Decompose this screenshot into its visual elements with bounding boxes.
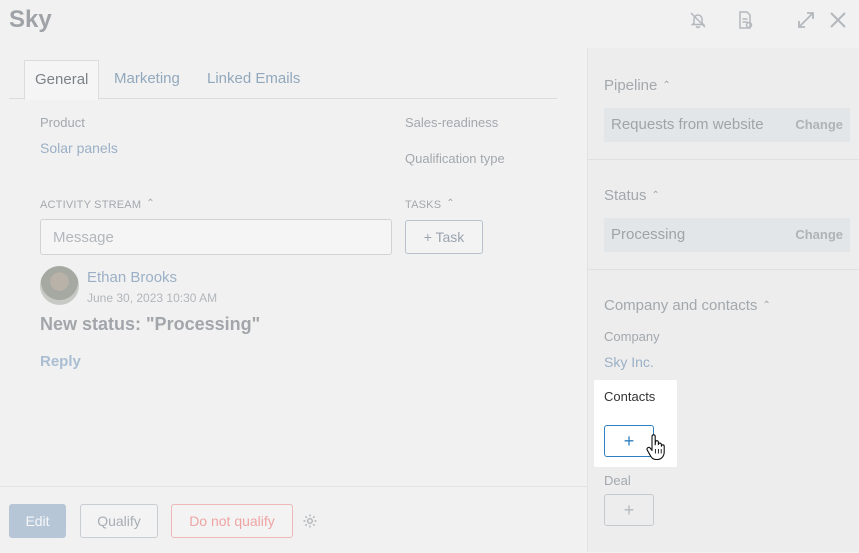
- status-header[interactable]: Status ⌃: [604, 187, 660, 204]
- footer-bar: Edit Qualify Do not qualify: [0, 486, 587, 553]
- company-label: Company: [604, 329, 660, 344]
- close-icon[interactable]: [828, 10, 848, 30]
- message-field-wrapper: [40, 219, 392, 255]
- status-title: Status: [604, 187, 647, 204]
- activity-author[interactable]: Ethan Brooks: [87, 269, 177, 286]
- do-not-qualify-button[interactable]: Do not qualify: [171, 504, 293, 538]
- expand-icon[interactable]: [796, 10, 816, 30]
- edit-button[interactable]: Edit: [9, 504, 66, 538]
- company-value[interactable]: Sky Inc.: [604, 354, 654, 370]
- chevron-up-icon: ⌃: [762, 300, 771, 311]
- status-box: Processing Change: [604, 218, 850, 252]
- tab-bar: General Marketing Linked Emails: [9, 60, 557, 100]
- tab-marketing[interactable]: Marketing: [104, 60, 190, 98]
- qualification-type-label: Qualification type: [405, 151, 505, 166]
- sales-readiness-label: Sales-readiness: [405, 115, 499, 130]
- company-contacts-header[interactable]: Company and contacts ⌃: [604, 297, 771, 314]
- activity-date: June 30, 2023 10:30 AM: [87, 291, 218, 305]
- product-value[interactable]: Solar panels: [40, 140, 118, 156]
- add-task-button[interactable]: + Task: [405, 220, 483, 254]
- pipeline-change-link[interactable]: Change: [795, 108, 843, 142]
- pipeline-box: Requests from website Change: [604, 108, 850, 142]
- gear-icon[interactable]: [302, 513, 318, 529]
- pipeline-header[interactable]: Pipeline ⌃: [604, 77, 671, 94]
- chevron-up-icon: ⌃: [662, 80, 671, 91]
- deal-label: Deal: [604, 473, 631, 488]
- activity-text: New status: "Processing": [40, 314, 261, 334]
- hand-cursor-icon: [646, 434, 666, 461]
- add-deal-button[interactable]: +: [604, 494, 654, 526]
- activity-stream-label: ACTIVITY STREAM: [40, 199, 142, 211]
- tab-linked-emails[interactable]: Linked Emails: [197, 60, 310, 98]
- tasks-header[interactable]: TASKS ⌃: [405, 198, 455, 211]
- reply-link[interactable]: Reply: [40, 353, 81, 370]
- product-label: Product: [40, 115, 85, 130]
- status-value: Processing: [611, 226, 686, 243]
- page-title: Sky: [9, 6, 52, 33]
- divider: [588, 159, 859, 160]
- contacts-label: Contacts: [604, 389, 656, 404]
- pipeline-value: Requests from website: [611, 116, 764, 133]
- message-input[interactable]: [41, 220, 391, 254]
- qualify-button[interactable]: Qualify: [80, 504, 158, 538]
- chevron-up-icon: ⌃: [446, 198, 455, 209]
- tasks-label: TASKS: [405, 199, 442, 211]
- company-contacts-title: Company and contacts: [604, 297, 758, 314]
- divider: [588, 269, 859, 270]
- tab-general[interactable]: General: [24, 60, 100, 100]
- activity-stream-header[interactable]: ACTIVITY STREAM ⌃: [40, 198, 155, 211]
- pipeline-title: Pipeline: [604, 77, 658, 94]
- chevron-up-icon: ⌃: [651, 190, 660, 201]
- avatar[interactable]: [40, 266, 79, 305]
- bell-off-icon[interactable]: [688, 10, 708, 30]
- document-icon[interactable]: [735, 10, 755, 30]
- status-change-link[interactable]: Change: [795, 218, 843, 252]
- chevron-up-icon: ⌃: [146, 198, 155, 209]
